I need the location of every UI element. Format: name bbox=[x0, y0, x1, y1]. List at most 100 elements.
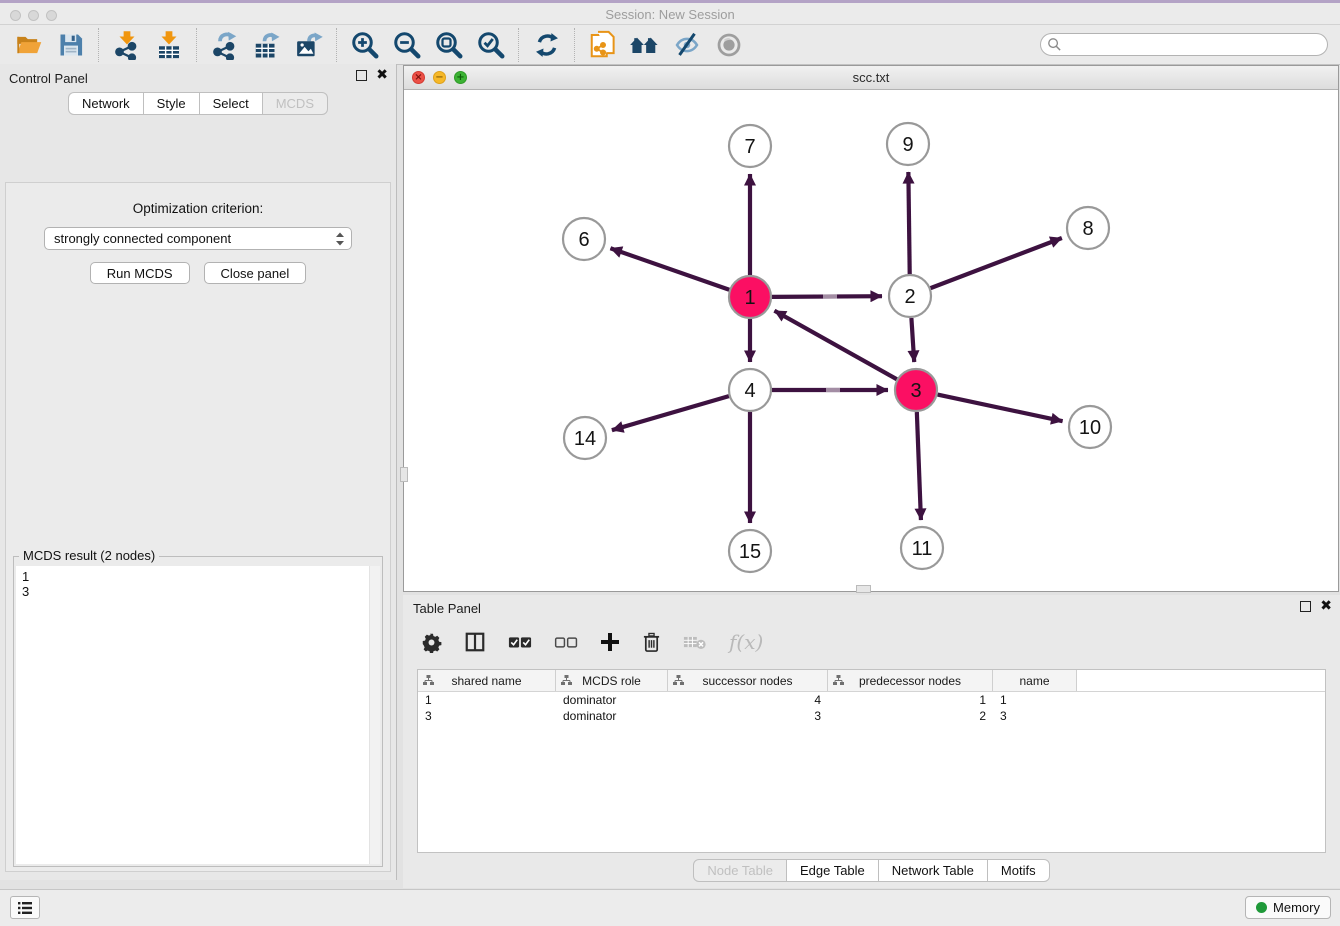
float-table-panel-icon[interactable] bbox=[1300, 601, 1311, 612]
table-toolbar: f(x) bbox=[403, 622, 1340, 662]
graph-edge-3-10[interactable] bbox=[938, 395, 1063, 422]
delete-column-button[interactable] bbox=[642, 632, 661, 653]
attribute-icon bbox=[561, 675, 572, 686]
table-row[interactable]: 1dominator411 bbox=[418, 692, 1325, 708]
open-file-button[interactable] bbox=[8, 28, 50, 62]
column-header-predecessor-nodes[interactable]: predecessor nodes bbox=[828, 670, 993, 691]
tab-edge-table[interactable]: Edge Table bbox=[786, 859, 879, 882]
close-panel-button[interactable]: Close panel bbox=[204, 262, 307, 284]
memory-button[interactable]: Memory bbox=[1245, 896, 1331, 919]
zoom-in-icon bbox=[350, 30, 380, 60]
network-window-title: scc.txt bbox=[404, 70, 1338, 85]
table-cell[interactable]: 4 bbox=[668, 693, 828, 707]
export-table-icon bbox=[252, 30, 282, 60]
close-table-panel-icon[interactable]: ✖ bbox=[1320, 601, 1332, 612]
split-view-button[interactable] bbox=[464, 631, 486, 653]
hide-details-button[interactable] bbox=[666, 28, 708, 62]
table-panel: Table Panel ✖ bbox=[403, 595, 1340, 888]
export-image-button[interactable] bbox=[288, 28, 330, 62]
table-cell[interactable]: 3 bbox=[418, 709, 556, 723]
column-header-successor-nodes[interactable]: successor nodes bbox=[668, 670, 828, 691]
network-window-titlebar[interactable]: × − + scc.txt bbox=[404, 66, 1338, 90]
tab-network[interactable]: Network bbox=[68, 92, 144, 115]
tab-style[interactable]: Style bbox=[143, 92, 200, 115]
import-table-icon bbox=[154, 30, 184, 60]
network-canvas[interactable]: 1234678910111415 bbox=[404, 89, 1338, 591]
save-session-button[interactable] bbox=[50, 28, 92, 62]
export-network-icon bbox=[210, 30, 240, 60]
tab-select[interactable]: Select bbox=[199, 92, 263, 115]
table-cell[interactable]: 2 bbox=[828, 709, 993, 723]
zoom-in-button[interactable] bbox=[344, 28, 386, 62]
tab-mcds[interactable]: MCDS bbox=[262, 92, 328, 115]
table-cell[interactable]: dominator bbox=[556, 693, 668, 707]
table-cell[interactable]: dominator bbox=[556, 709, 668, 723]
delete-table-button[interactable] bbox=[683, 634, 707, 651]
column-header-MCDS-role[interactable]: MCDS role bbox=[556, 670, 668, 691]
import-network-button[interactable] bbox=[106, 28, 148, 62]
zoom-selected-icon bbox=[476, 30, 506, 60]
gear-button[interactable] bbox=[421, 632, 442, 653]
refresh-icon bbox=[533, 31, 561, 59]
window-title: Session: New Session bbox=[0, 7, 1340, 22]
splitter-handle-horizontal[interactable] bbox=[856, 585, 871, 593]
graph-node-label: 9 bbox=[902, 134, 913, 156]
toolbar-separator bbox=[336, 28, 338, 62]
table-cell[interactable]: 3 bbox=[993, 709, 1077, 723]
run-mcds-button[interactable]: Run MCDS bbox=[90, 262, 190, 284]
graph-edge-3-11[interactable] bbox=[917, 412, 921, 520]
table-cell[interactable]: 1 bbox=[993, 693, 1077, 707]
zoom-out-button[interactable] bbox=[386, 28, 428, 62]
clone-network-button[interactable] bbox=[582, 28, 624, 62]
table-cell[interactable]: 1 bbox=[418, 693, 556, 707]
network-graph[interactable]: 1234678910111415 bbox=[404, 89, 1338, 591]
control-panel-tabs: NetworkStyleSelectMCDS bbox=[0, 92, 396, 115]
select-all-button[interactable] bbox=[508, 634, 532, 650]
mcds-result-group: MCDS result (2 nodes) 1 3 bbox=[13, 556, 383, 867]
zoom-selected-button[interactable] bbox=[470, 28, 512, 62]
result-scrollbar[interactable] bbox=[369, 566, 380, 864]
column-header-name[interactable]: name bbox=[993, 670, 1077, 691]
search-input[interactable] bbox=[1062, 36, 1321, 53]
tab-network-table[interactable]: Network Table bbox=[878, 859, 988, 882]
graph-node-label: 4 bbox=[744, 380, 755, 402]
criterion-dropdown[interactable]: strongly connected component bbox=[44, 227, 352, 250]
graph-edge-2-8[interactable] bbox=[931, 238, 1062, 288]
column-header-shared-name[interactable]: shared name bbox=[418, 670, 556, 691]
graph-edge-2-3[interactable] bbox=[911, 318, 914, 362]
mcds-result-text[interactable]: 1 3 bbox=[16, 566, 370, 864]
zoom-fit-button[interactable] bbox=[428, 28, 470, 62]
splitter-handle-vertical[interactable] bbox=[400, 467, 408, 482]
save-session-icon bbox=[57, 31, 85, 59]
graph-node-label: 3 bbox=[910, 380, 921, 402]
close-panel-icon[interactable]: ✖ bbox=[376, 70, 388, 81]
export-table-button[interactable] bbox=[246, 28, 288, 62]
tab-node-table[interactable]: Node Table bbox=[693, 859, 787, 882]
application-window: Session: New Session bbox=[0, 0, 1340, 926]
table-row[interactable]: 3dominator323 bbox=[418, 708, 1325, 724]
add-column-button[interactable] bbox=[600, 632, 620, 652]
show-details-icon bbox=[714, 30, 744, 60]
table-cell[interactable]: 3 bbox=[668, 709, 828, 723]
gear-icon bbox=[421, 632, 442, 653]
import-table-button[interactable] bbox=[148, 28, 190, 62]
table-cell[interactable]: 1 bbox=[828, 693, 993, 707]
graph-edge-2-9[interactable] bbox=[908, 172, 909, 274]
graph-edge-1-6[interactable] bbox=[610, 248, 729, 290]
deselect-all-button[interactable] bbox=[554, 634, 578, 650]
float-panel-icon[interactable] bbox=[356, 70, 367, 81]
toolbar-separator bbox=[98, 28, 100, 62]
function-builder-button[interactable]: f(x) bbox=[729, 630, 763, 654]
refresh-button[interactable] bbox=[526, 28, 568, 62]
task-history-button[interactable] bbox=[10, 896, 40, 919]
home-button[interactable] bbox=[624, 28, 666, 62]
node-table[interactable]: shared nameMCDS rolesuccessor nodesprede… bbox=[417, 669, 1326, 853]
export-network-button[interactable] bbox=[204, 28, 246, 62]
graph-node-label: 7 bbox=[744, 136, 755, 158]
delete-table-icon bbox=[683, 634, 707, 651]
show-details-button[interactable] bbox=[708, 28, 750, 62]
graph-edge-4-14[interactable] bbox=[612, 396, 729, 430]
graph-edge-3-1[interactable] bbox=[774, 311, 896, 380]
search-field[interactable] bbox=[1040, 33, 1328, 56]
tab-motifs[interactable]: Motifs bbox=[987, 859, 1050, 882]
